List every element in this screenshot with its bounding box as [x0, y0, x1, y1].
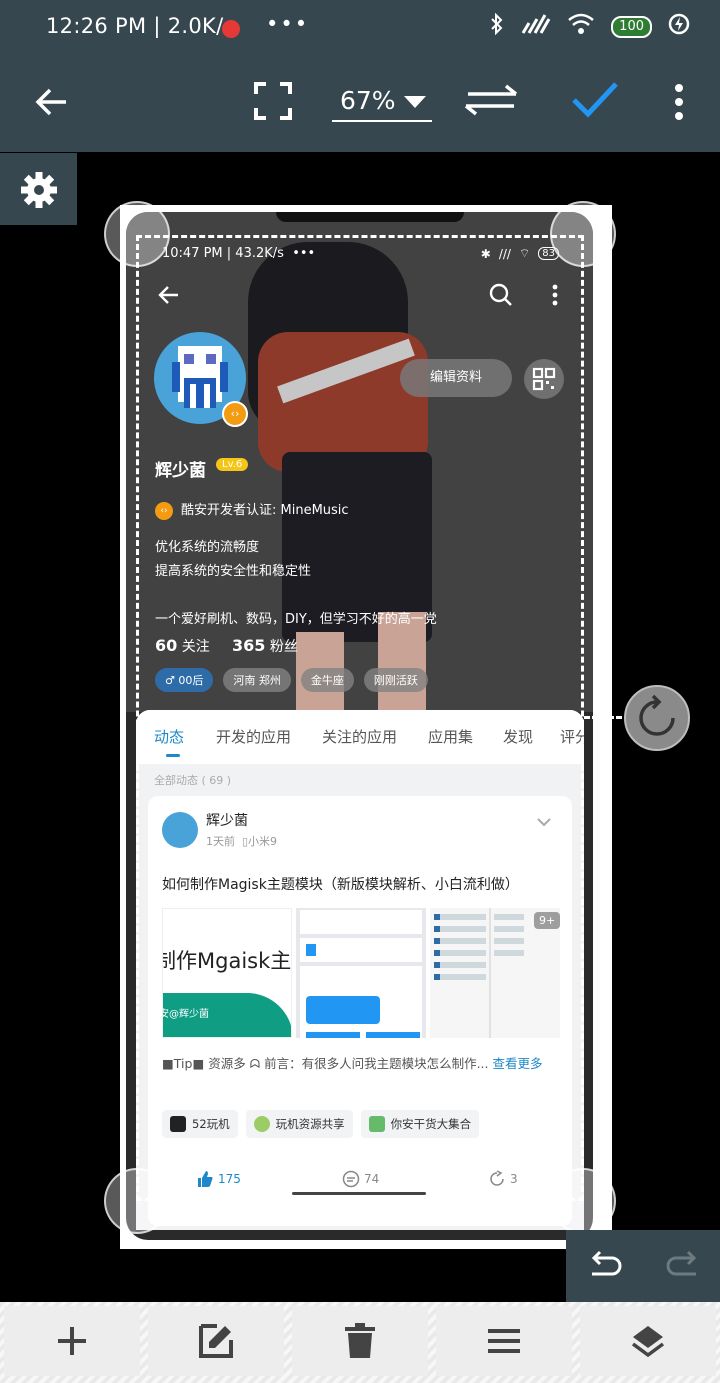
zoom-dropdown[interactable]: 67%	[332, 80, 432, 122]
redo-icon[interactable]	[664, 1250, 702, 1282]
status-right-icons: 100	[489, 12, 690, 40]
status-time: 12:26 PM | 2.0K/s	[46, 14, 235, 38]
crop-handle-bottom-right[interactable]	[550, 1168, 616, 1234]
edit-icon	[199, 1324, 233, 1358]
battery-indicator: 100	[611, 15, 652, 38]
crop-handle-top-left[interactable]	[104, 201, 170, 267]
history-controls	[566, 1230, 720, 1302]
gear-icon	[21, 172, 57, 208]
delete-icon	[345, 1323, 375, 1358]
zoom-value: 67%	[340, 86, 396, 115]
undo-icon[interactable]	[586, 1250, 624, 1282]
bluetooth-icon	[489, 12, 505, 40]
check-icon[interactable]	[570, 78, 620, 122]
delete-button[interactable]	[292, 1306, 428, 1376]
rotate-handle-line	[584, 716, 622, 719]
edit-button[interactable]	[148, 1306, 284, 1376]
bottom-toolbar	[0, 1302, 720, 1383]
wifi-icon	[567, 13, 595, 40]
swap-icon[interactable]	[462, 84, 520, 116]
fullscreen-icon[interactable]	[254, 82, 292, 120]
menu-button[interactable]	[436, 1306, 572, 1376]
phone-notch	[276, 212, 464, 222]
status-bar: 12:26 PM | 2.0K/s ••• 100	[0, 0, 720, 50]
rotate-icon	[639, 694, 675, 736]
add-icon	[58, 1327, 86, 1355]
record-indicator-icon	[222, 20, 240, 38]
add-button[interactable]	[4, 1306, 140, 1376]
menu-icon	[488, 1329, 520, 1353]
crop-handle-bottom-left[interactable]	[104, 1168, 170, 1234]
editor-toolbar: 67%	[0, 50, 720, 152]
crop-frame[interactable]	[136, 235, 584, 1201]
rotate-handle[interactable]	[624, 685, 690, 751]
signal-icon	[521, 13, 551, 40]
back-arrow-icon[interactable]	[30, 80, 74, 124]
dropdown-triangle-icon	[404, 96, 426, 108]
status-more-dots: •••	[266, 12, 310, 36]
layers-icon	[631, 1326, 665, 1358]
settings-button[interactable]	[0, 153, 77, 225]
crop-handle-top-right[interactable]	[550, 201, 616, 267]
charging-icon	[668, 13, 690, 40]
layers-button[interactable]	[580, 1306, 716, 1376]
more-vert-icon[interactable]	[668, 82, 690, 122]
